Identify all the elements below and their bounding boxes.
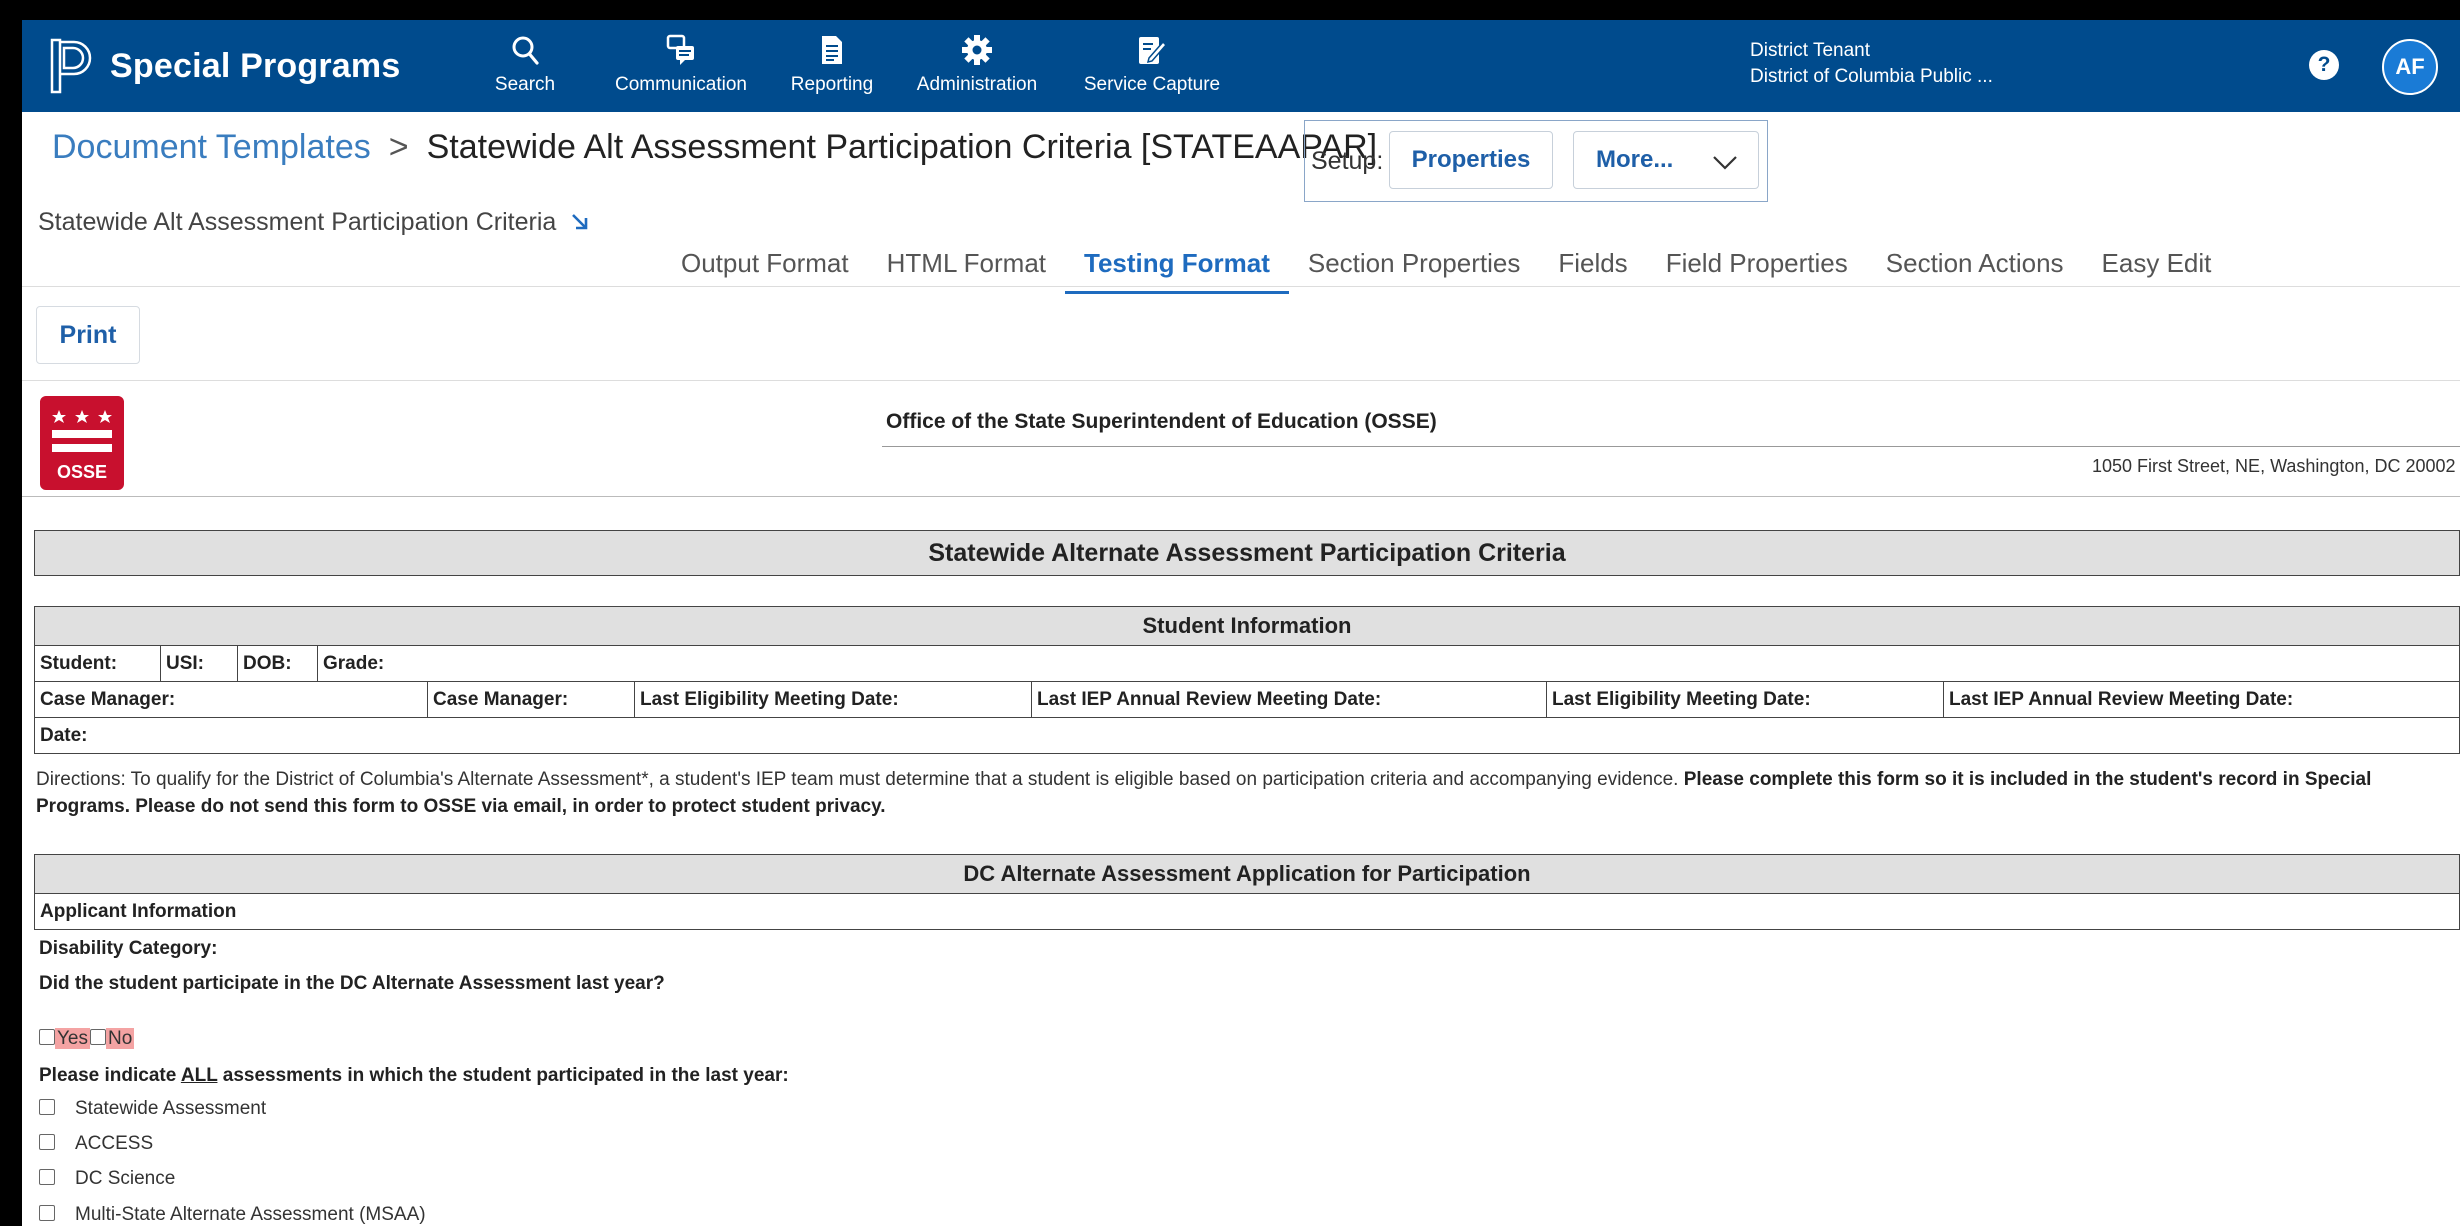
student-row-1: Student: USI: DOB: Grade: xyxy=(34,646,2460,682)
last-iep-review-label-2: Last IEP Annual Review Meeting Date: xyxy=(1949,689,2294,710)
office-divider xyxy=(882,446,2460,447)
nav-service-capture[interactable]: Service Capture xyxy=(1082,30,1222,106)
communication-icon xyxy=(666,30,696,70)
date-label: Date: xyxy=(40,725,88,746)
grade-label: Grade: xyxy=(323,653,385,674)
template-subtitle-link[interactable]: Statewide Alt Assessment Participation C… xyxy=(38,206,590,237)
gear-icon xyxy=(961,30,993,70)
access-checkbox[interactable] xyxy=(39,1134,55,1150)
more-dropdown-button[interactable]: More... xyxy=(1573,131,1759,189)
assessment-option: ACCESS xyxy=(39,1127,153,1161)
nav-search[interactable]: Search xyxy=(490,30,560,106)
arrow-down-right-icon xyxy=(570,206,590,236)
form-title: Statewide Alternate Assessment Participa… xyxy=(34,530,2460,576)
nav-communication-label: Communication xyxy=(615,74,747,95)
assessment-option-label: ACCESS xyxy=(75,1133,154,1154)
no-label: No xyxy=(106,1028,135,1049)
student-row-3: Date: xyxy=(34,718,2460,754)
breadcrumb-document-templates[interactable]: Document Templates xyxy=(52,128,371,166)
reporting-icon xyxy=(820,30,844,70)
letterhead-divider xyxy=(22,496,2460,497)
student-information-header: Student Information xyxy=(34,606,2460,646)
nav-reporting[interactable]: Reporting xyxy=(787,30,877,106)
help-icon[interactable]: ? xyxy=(2309,50,2339,80)
district-name: District of Columbia Public ... xyxy=(1750,66,1993,87)
dc-science-checkbox[interactable] xyxy=(39,1169,55,1185)
nav-reporting-label: Reporting xyxy=(790,74,874,95)
question-assessments: Please indicate ALL assessments in which… xyxy=(34,1059,2460,1095)
powerschool-logo-icon xyxy=(50,38,92,94)
breadcrumb: Document Templates > Statewide Alt Assessm… xyxy=(52,128,1377,167)
page-title: Statewide Alt Assessment Participation C… xyxy=(426,128,1378,166)
app-title: Special Programs xyxy=(110,46,401,85)
brand[interactable]: Special Programs xyxy=(50,34,400,98)
nav-communication[interactable]: Communication xyxy=(613,30,749,106)
service-capture-icon xyxy=(1137,30,1167,70)
template-subtitle: Statewide Alt Assessment Participation C… xyxy=(38,208,557,236)
top-navigation-bar: Special Programs Search Communication Re… xyxy=(22,20,2460,112)
question-assessments-post: assessments in which the student partici… xyxy=(217,1065,789,1086)
yes-checkbox[interactable] xyxy=(39,1029,55,1045)
tenant-name: District Tenant xyxy=(1750,40,1871,61)
more-label: More... xyxy=(1596,146,1674,173)
assessment-option: Multi-State Alternate Assessment (MSAA) xyxy=(39,1198,426,1226)
office-address: 1050 First Street, NE, Washington, DC 20… xyxy=(2092,456,2456,476)
yes-label: Yes xyxy=(55,1028,90,1049)
osse-logo: OSSE xyxy=(40,396,124,490)
toolbar-divider xyxy=(22,380,2460,381)
osse-logo-text: OSSE xyxy=(57,462,107,482)
assessment-option: Statewide Assessment xyxy=(39,1092,266,1126)
disability-category-label: Disability Category: xyxy=(39,938,218,959)
question-assessments-pre: Please indicate xyxy=(39,1065,181,1086)
office-title: Office of the State Superintendent of Ed… xyxy=(886,410,1437,433)
case-manager-label: Case Manager: xyxy=(35,682,428,717)
assessment-option-label: Multi-State Alternate Assessment (MSAA) xyxy=(75,1204,426,1225)
student-label: Student: xyxy=(35,646,161,681)
last-eligibility-meeting-label: Last Eligibility Meeting Date: xyxy=(635,682,1032,717)
no-checkbox[interactable] xyxy=(90,1029,106,1045)
nav-administration-label: Administration xyxy=(916,74,1038,95)
chevron-down-icon xyxy=(1712,150,1738,178)
search-icon xyxy=(511,30,539,70)
assessment-option: DC Science xyxy=(39,1162,175,1196)
question-assessments-all: ALL xyxy=(180,1065,218,1086)
last-iep-review-label: Last IEP Annual Review Meeting Date: xyxy=(1032,682,1547,717)
setup-panel: Setup: Properties More... xyxy=(1304,120,1768,202)
nav-administration[interactable]: Administration xyxy=(912,30,1042,106)
application-header: DC Alternate Assessment Application for … xyxy=(34,854,2460,894)
breadcrumb-separator: > xyxy=(388,128,409,166)
properties-button[interactable]: Properties xyxy=(1389,131,1553,189)
directions-text: Directions: To qualify for the District … xyxy=(36,766,2456,820)
usi-label: USI: xyxy=(161,646,238,681)
tenant-selector[interactable]: District Tenant District of Columbia Pub… xyxy=(1750,38,1993,90)
directions-plain: Directions: To qualify for the District … xyxy=(36,769,1684,790)
yes-no-options: Yes No xyxy=(39,1026,135,1052)
assessment-option-label: Statewide Assessment xyxy=(75,1098,267,1119)
nav-search-label: Search xyxy=(494,74,556,95)
user-avatar[interactable]: AF xyxy=(2382,39,2438,95)
msaa-checkbox[interactable] xyxy=(39,1205,55,1221)
tab-divider xyxy=(22,286,2460,287)
setup-label: Setup: xyxy=(1311,147,1384,175)
student-row-2: Case Manager: Case Manager: Last Eligibi… xyxy=(34,682,2460,718)
nav-service-capture-label: Service Capture xyxy=(1083,74,1221,95)
applicant-information-label: Applicant Information xyxy=(34,894,2460,930)
last-eligibility-meeting-label-2: Last Eligibility Meeting Date: xyxy=(1547,682,1944,717)
statewide-assessment-checkbox[interactable] xyxy=(39,1099,55,1115)
case-manager-label-2: Case Manager: xyxy=(428,682,635,717)
app-window: Special Programs Search Communication Re… xyxy=(22,20,2460,1226)
assessment-option-label: DC Science xyxy=(75,1168,176,1189)
print-button[interactable]: Print xyxy=(36,306,140,364)
dob-label: DOB: xyxy=(238,646,318,681)
question-last-year: Did the student participate in the DC Al… xyxy=(39,973,665,994)
